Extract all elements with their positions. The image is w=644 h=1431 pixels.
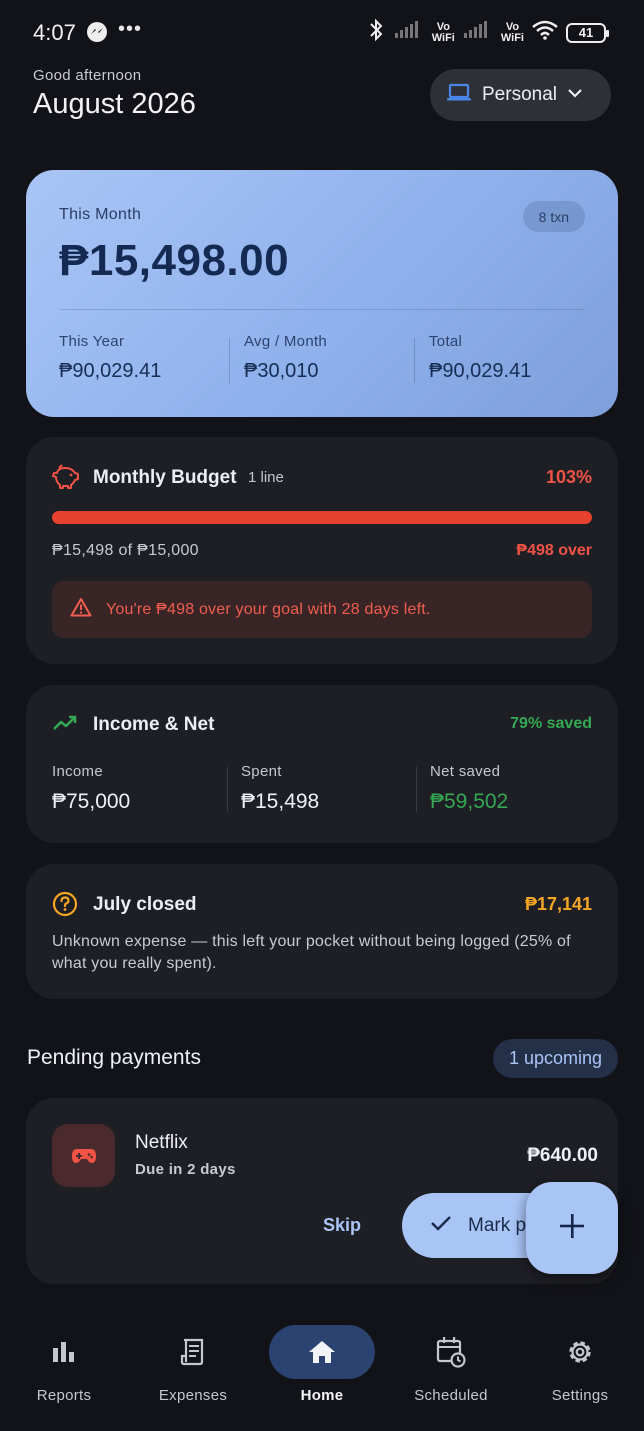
payment-amount: ₱640.00 xyxy=(527,1145,598,1166)
divider xyxy=(227,767,228,812)
payment-name: Netflix xyxy=(135,1132,188,1153)
messenger-icon xyxy=(86,21,108,48)
help-circle-icon xyxy=(52,891,78,922)
plus-icon xyxy=(559,1213,585,1244)
july-description: Unknown expense — this left your pocket … xyxy=(52,933,571,972)
budget-progress-bar xyxy=(52,511,592,524)
nav-label: Home xyxy=(300,1387,344,1404)
monthly-budget-card[interactable]: Monthly Budget 1 line 103% ₱15,498 of ₱1… xyxy=(26,437,618,664)
july-title: July closed xyxy=(93,894,197,915)
more-notifications-icon: ••• xyxy=(118,18,143,40)
budget-progress-fill xyxy=(52,511,592,524)
status-time: 4:07 xyxy=(33,20,76,45)
stat-this-year: This Year ₱90,029.41 xyxy=(59,333,161,383)
profile-selector-button[interactable]: Personal xyxy=(430,69,611,121)
stat-spent: Spent ₱15,498 xyxy=(241,763,319,814)
budget-title: Monthly Budget xyxy=(93,467,237,488)
budget-over-amount: ₱498 over xyxy=(516,542,592,559)
laptop-icon xyxy=(446,83,472,108)
income-net-card[interactable]: Income & Net 79% saved Income ₱75,000 Sp… xyxy=(26,685,618,843)
chevron-down-icon xyxy=(567,86,583,104)
bluetooth-icon xyxy=(366,18,386,47)
stat-net-saved: Net saved ₱59,502 xyxy=(430,763,508,814)
home-icon xyxy=(269,1325,375,1379)
nav-expenses[interactable]: Expenses xyxy=(129,1320,257,1404)
signal-icon xyxy=(394,21,424,44)
stat-total: Total ₱90,029.41 xyxy=(429,333,531,383)
stat-label: Spent xyxy=(241,763,282,780)
signal-icon xyxy=(463,21,493,44)
summary-label: This Month xyxy=(59,206,142,223)
vowifi-label: Vo WiFi xyxy=(500,20,524,44)
txn-count-badge: 8 txn xyxy=(522,201,585,232)
gear-icon xyxy=(516,1320,644,1384)
stat-value: ₱90,029.41 xyxy=(429,360,532,382)
stat-value: ₱90,029.41 xyxy=(59,360,162,382)
check-icon xyxy=(430,1214,452,1237)
nav-label: Reports xyxy=(36,1387,92,1404)
month-total-amount: ₱15,498.00 xyxy=(59,236,290,285)
trending-up-icon xyxy=(52,713,78,738)
stat-label: Income xyxy=(52,763,103,780)
skip-button[interactable]: Skip xyxy=(323,1215,361,1236)
greeting: Good afternoon xyxy=(33,67,142,84)
gamepad-icon xyxy=(52,1124,115,1187)
nav-settings[interactable]: Settings xyxy=(516,1320,644,1404)
piggy-bank-icon xyxy=(52,464,80,495)
nav-home[interactable]: Home xyxy=(258,1320,386,1404)
divider xyxy=(416,767,417,812)
stat-label: Avg / Month xyxy=(244,333,328,350)
profile-label: Personal xyxy=(482,84,557,105)
income-title: Income & Net xyxy=(93,714,215,735)
add-expense-button[interactable] xyxy=(526,1182,618,1274)
divider xyxy=(414,338,415,383)
stat-avg-month: Avg / Month ₱30,010 xyxy=(244,333,327,383)
vowifi-label: Vo WiFi xyxy=(431,20,455,44)
calendar-clock-icon xyxy=(387,1320,515,1384)
nav-reports[interactable]: Reports xyxy=(0,1320,128,1404)
upcoming-badge[interactable]: 1 upcoming xyxy=(492,1039,618,1078)
stat-value: ₱59,502 xyxy=(430,790,509,813)
stat-value: ₱30,010 xyxy=(244,360,319,382)
nav-label: Scheduled xyxy=(414,1387,488,1404)
budget-lines: 1 line xyxy=(248,469,284,486)
bar-chart-icon xyxy=(0,1320,128,1384)
status-bar: 4:07 ••• Vo WiFi Vo WiFi 41 xyxy=(0,0,644,50)
budget-percent: 103% xyxy=(545,467,592,487)
divider xyxy=(229,338,230,383)
stat-value: ₱75,000 xyxy=(52,790,131,813)
stat-income: Income ₱75,000 xyxy=(52,763,130,814)
stat-value: ₱15,498 xyxy=(241,790,320,813)
nav-scheduled[interactable]: Scheduled xyxy=(387,1320,515,1404)
stat-label: This Year xyxy=(59,333,125,350)
receipt-icon xyxy=(129,1320,257,1384)
battery-icon: 41 xyxy=(566,22,609,43)
saved-percent: 79% saved xyxy=(510,715,592,732)
budget-spent-of: ₱15,498 of ₱15,000 xyxy=(52,542,199,559)
july-closed-card[interactable]: July closed ₱17,141 Unknown expense — th… xyxy=(26,864,618,999)
stat-label: Net saved xyxy=(430,763,501,780)
divider xyxy=(59,309,585,310)
month-summary-card[interactable]: This Month 8 txn ₱15,498.00 This Year ₱9… xyxy=(26,170,618,417)
stat-label: Total xyxy=(429,333,463,350)
wifi-icon xyxy=(532,20,558,45)
payment-due: Due in 2 days xyxy=(135,1161,236,1178)
nav-label: Expenses xyxy=(158,1387,228,1404)
budget-alert-text: You're ₱498 over your goal with 28 days … xyxy=(106,600,431,618)
section-title: Pending payments xyxy=(27,1046,201,1069)
july-amount: ₱17,141 xyxy=(524,894,592,914)
page-title: August 2026 xyxy=(33,88,196,120)
nav-label: Settings xyxy=(551,1387,609,1404)
warning-icon xyxy=(70,597,92,622)
budget-alert: You're ₱498 over your goal with 28 days … xyxy=(52,581,592,638)
